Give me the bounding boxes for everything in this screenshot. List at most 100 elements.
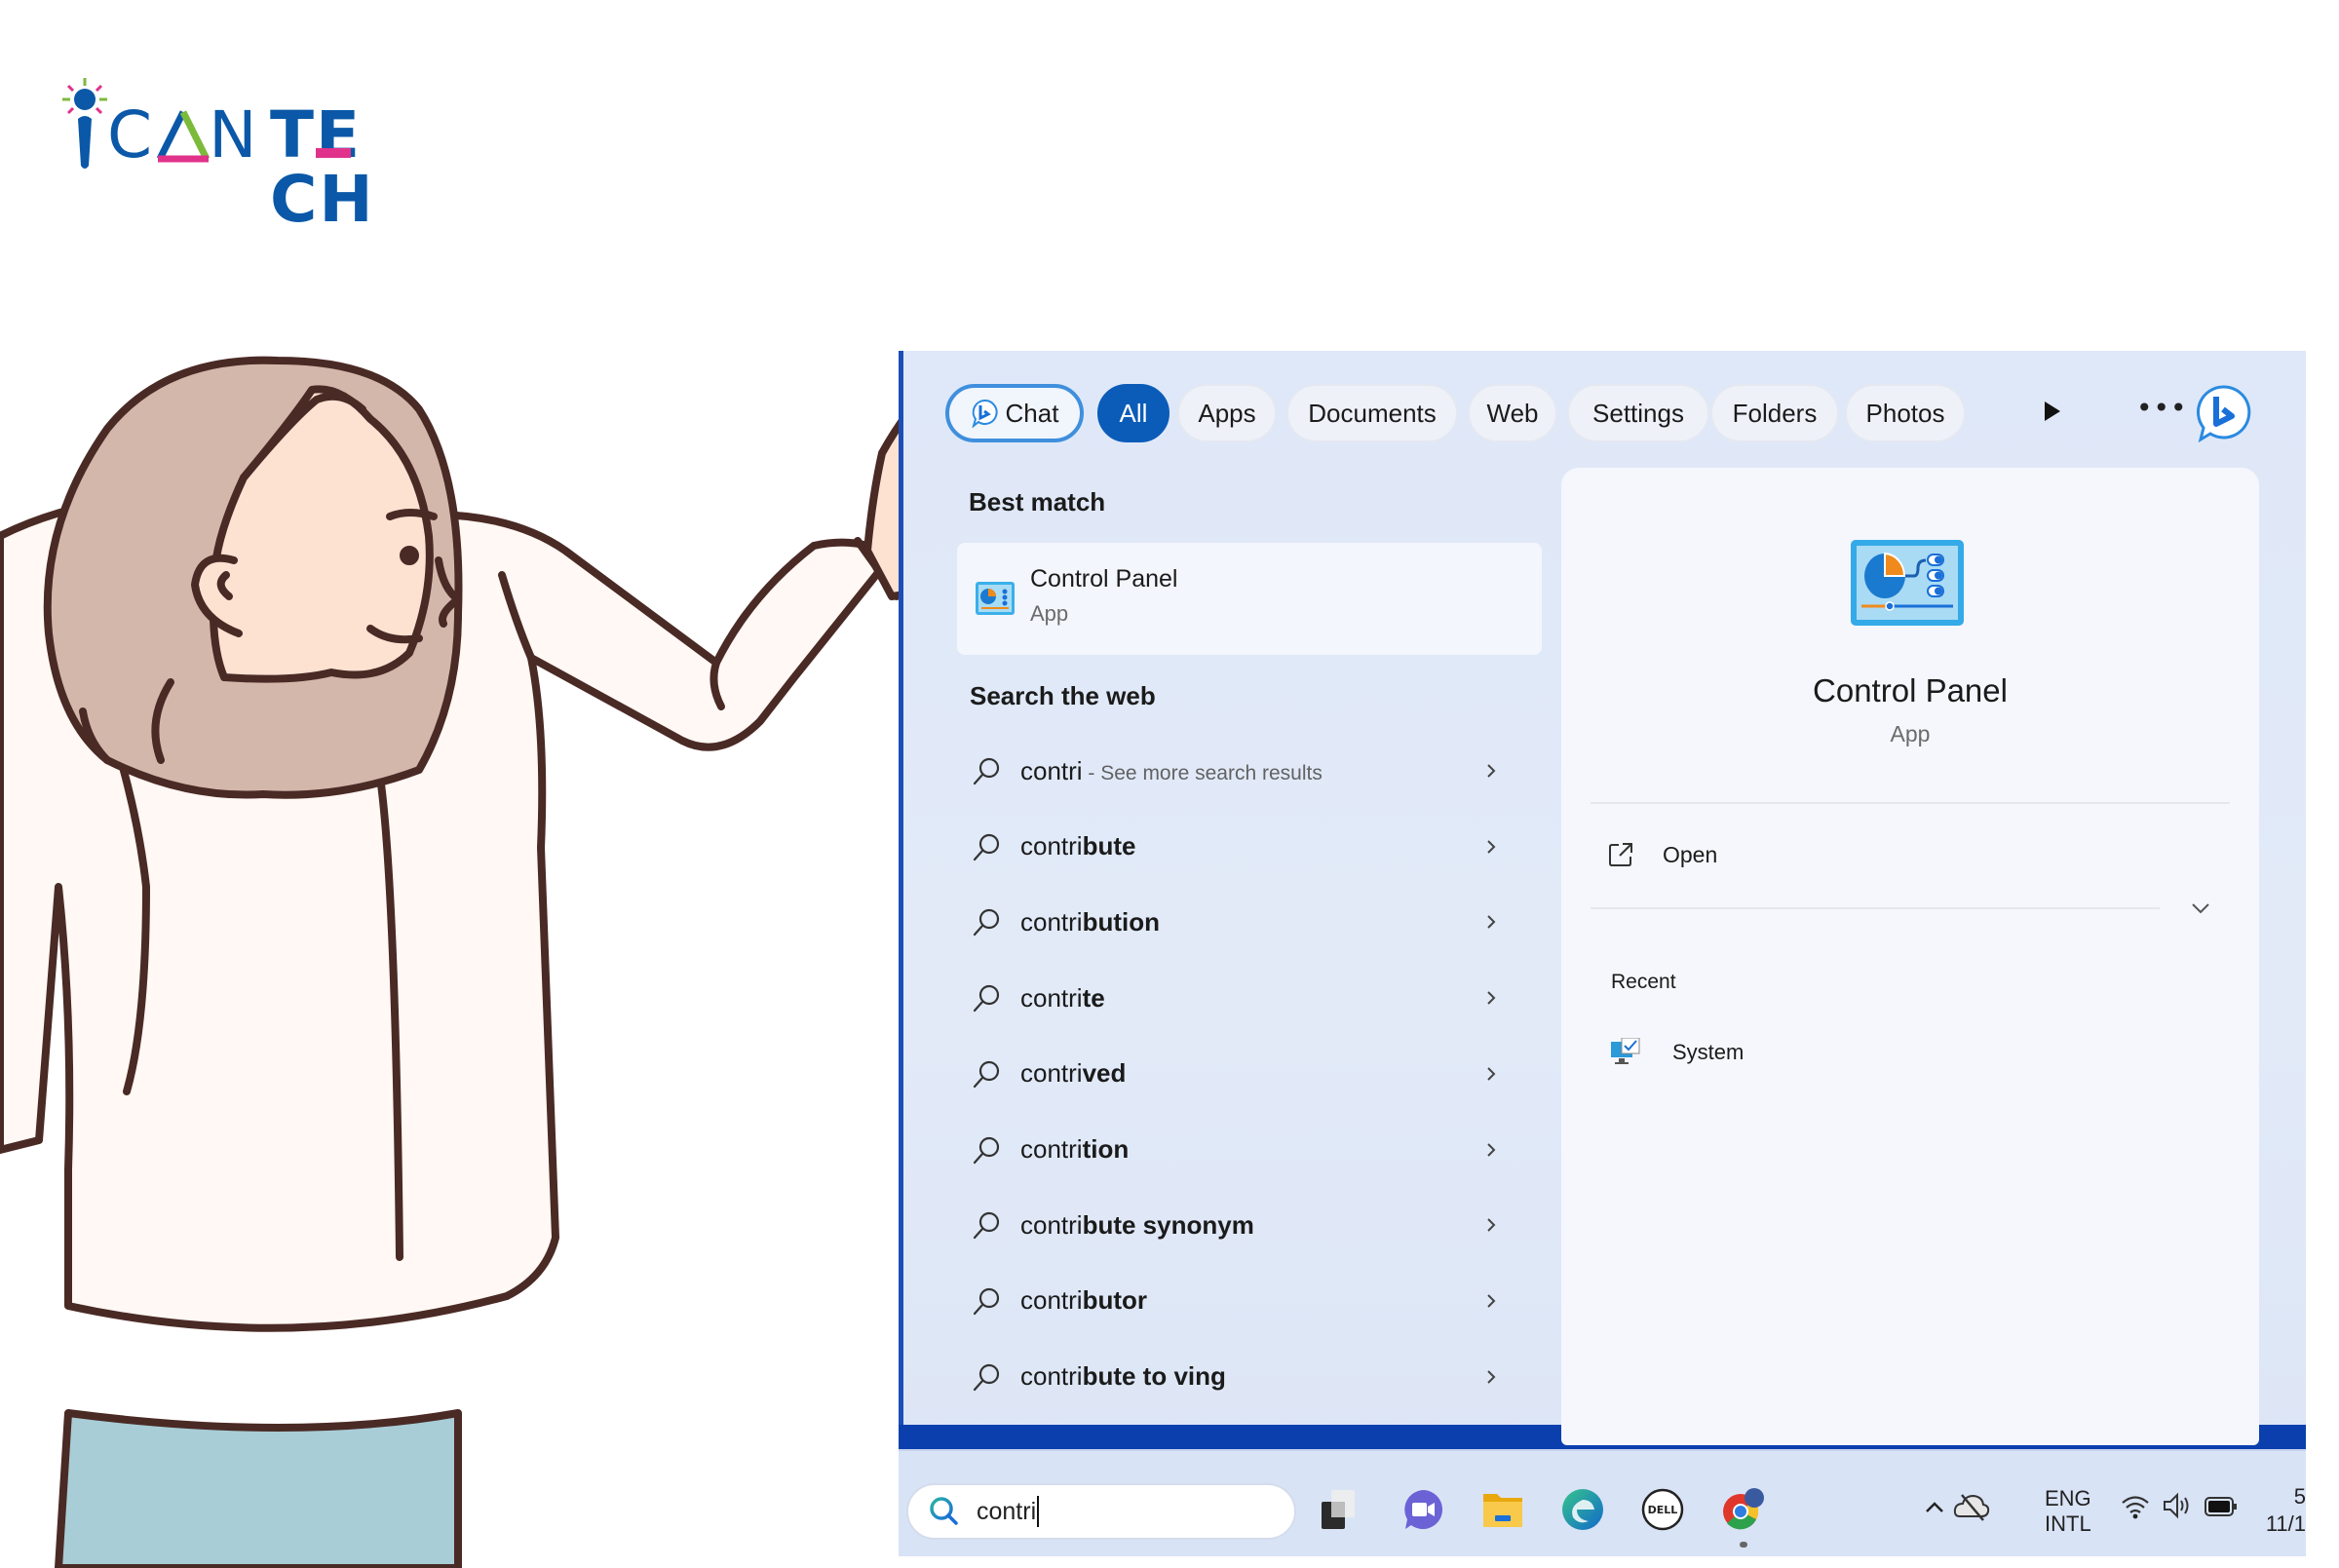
system-icon: [1611, 1038, 1640, 1064]
suggestion-completion: tion: [1082, 1134, 1130, 1164]
icantech-logo: C N TE CH: [60, 76, 450, 232]
tab-documents[interactable]: Documents: [1286, 384, 1458, 442]
tab-label: Documents: [1308, 398, 1437, 428]
best-match-title: Control Panel: [1030, 565, 1178, 593]
more-horizontal-icon[interactable]: •••: [2136, 392, 2188, 424]
suggestion-completion: bution: [1082, 906, 1160, 937]
tab-settings[interactable]: Settings: [1567, 384, 1709, 442]
chevron-up-icon[interactable]: [1922, 1498, 1947, 1517]
recent-label: Recent: [1611, 971, 1676, 993]
chevron-down-icon[interactable]: [2189, 897, 2212, 920]
tab-photos[interactable]: Photos: [1845, 384, 1966, 442]
search-web-label: Search the web: [970, 681, 1156, 710]
suggestion-prefix: contri: [1020, 755, 1083, 785]
task-view-icon[interactable]: [1318, 1486, 1364, 1533]
tab-folders[interactable]: Folders: [1710, 384, 1839, 442]
running-indicator: [1740, 1542, 1747, 1548]
volume-icon[interactable]: [2162, 1491, 2195, 1520]
web-suggestion-item[interactable]: contribute to ving: [965, 1346, 1530, 1408]
svg-text:DELL: DELL: [1648, 1504, 1678, 1516]
chevron-right-icon: [1487, 1294, 1496, 1308]
teams-meet-icon[interactable]: [1400, 1486, 1446, 1533]
suggestion-completion: bute to ving: [1082, 1361, 1226, 1392]
suggestion-completion: bute synonym: [1082, 1209, 1254, 1240]
search-icon: [973, 909, 1000, 937]
chrome-icon[interactable]: [1719, 1486, 1766, 1533]
divider: [1591, 802, 2230, 804]
open-action[interactable]: Open: [1608, 833, 1717, 876]
web-suggestion-item[interactable]: contribute synonym: [965, 1194, 1530, 1256]
suggestion-text: contri - See more search results: [1020, 756, 1481, 786]
tab-label: Web: [1486, 398, 1539, 428]
web-suggestion-item[interactable]: contribute: [965, 816, 1530, 878]
suggestion-completion: te: [1082, 982, 1105, 1013]
suggestion-prefix: contri: [1020, 906, 1083, 937]
open-external-icon: [1609, 843, 1632, 866]
onedrive-offline-icon[interactable]: [1952, 1489, 1991, 1524]
suggestion-text: contrition: [1020, 1134, 1481, 1165]
lang-line2: INTL: [2045, 1511, 2091, 1536]
web-suggestion-item[interactable]: contrition: [965, 1119, 1530, 1181]
tab-label: Folders: [1732, 398, 1818, 428]
web-suggestion-item[interactable]: contributor: [965, 1270, 1530, 1332]
chevron-right-icon: [1487, 1218, 1496, 1232]
suggestion-text: contribution: [1020, 907, 1481, 937]
suggestion-text: contribute to ving: [1020, 1361, 1481, 1392]
tab-apps[interactable]: Apps: [1177, 384, 1277, 442]
logo-i-person-icon: [62, 78, 107, 169]
edge-icon[interactable]: [1559, 1486, 1606, 1533]
web-suggestion-item[interactable]: contrite: [965, 967, 1530, 1029]
suggestion-completion: butor: [1082, 1285, 1147, 1316]
wifi-icon[interactable]: [2120, 1493, 2151, 1520]
chevron-right-icon: [1487, 1067, 1496, 1081]
clock-date: 11/1: [2265, 1511, 2306, 1536]
suggestion-prefix: contri: [1020, 1134, 1083, 1164]
tab-web[interactable]: Web: [1468, 384, 1557, 442]
tab-label: Photos: [1865, 398, 1945, 428]
divider: [1591, 907, 2160, 909]
suggestion-prefix: contri: [1020, 831, 1083, 861]
file-explorer-icon[interactable]: [1479, 1486, 1526, 1533]
bing-icon[interactable]: [2193, 383, 2253, 443]
play-icon[interactable]: [2045, 402, 2060, 421]
search-icon: [973, 833, 1000, 860]
suggestion-prefix: contri: [1020, 1058, 1083, 1089]
woman-pointing-illustration: [0, 356, 975, 1568]
best-match-result[interactable]: [957, 543, 1542, 655]
recent-item-system[interactable]: System: [1610, 1033, 1744, 1072]
system-label: System: [1672, 1040, 1745, 1064]
web-suggestion-item[interactable]: contri - See more search results: [965, 740, 1530, 802]
bing-chat-icon: [971, 399, 998, 428]
dell-icon[interactable]: DELL: [1639, 1486, 1686, 1533]
suggestion-completion: bute: [1082, 831, 1136, 861]
logo-triangle-icon: [156, 110, 211, 163]
suggestion-text: contrite: [1020, 983, 1481, 1013]
tab-all[interactable]: All: [1097, 384, 1170, 442]
search-icon: [973, 1212, 1000, 1240]
chevron-right-icon: [1487, 764, 1496, 778]
search-icon: [930, 1497, 958, 1525]
clock[interactable]: 5 11/1: [2261, 1483, 2306, 1538]
suggestion-prefix: contri: [1020, 1285, 1083, 1316]
tab-label: Chat: [1005, 398, 1059, 428]
search-icon: [973, 984, 1000, 1013]
tab-chat[interactable]: Chat: [945, 384, 1084, 442]
chevron-right-icon: [1487, 1142, 1496, 1157]
best-match-subtitle: App: [1030, 601, 1069, 626]
best-match-label: Best match: [969, 487, 1106, 516]
tab-label: All: [1119, 398, 1148, 428]
web-suggestion-item[interactable]: contribution: [965, 891, 1530, 953]
taskbar-search-input[interactable]: contri: [906, 1483, 1296, 1540]
lang-line1: ENG: [2045, 1486, 2091, 1511]
detail-title: Control Panel: [1813, 672, 2008, 708]
logo-text-can: C N: [107, 97, 263, 172]
web-suggestion-item[interactable]: contrived: [965, 1043, 1530, 1105]
clock-time: 5: [2293, 1484, 2306, 1509]
search-icon: [973, 757, 1000, 785]
search-icon: [973, 1060, 1000, 1088]
logo-text-tech: TE CH: [270, 97, 375, 237]
input-language-indicator[interactable]: ENG INTL: [2045, 1486, 2091, 1537]
search-icon: [973, 1136, 1000, 1164]
chevron-right-icon: [1487, 839, 1496, 854]
battery-icon[interactable]: [2205, 1496, 2238, 1517]
